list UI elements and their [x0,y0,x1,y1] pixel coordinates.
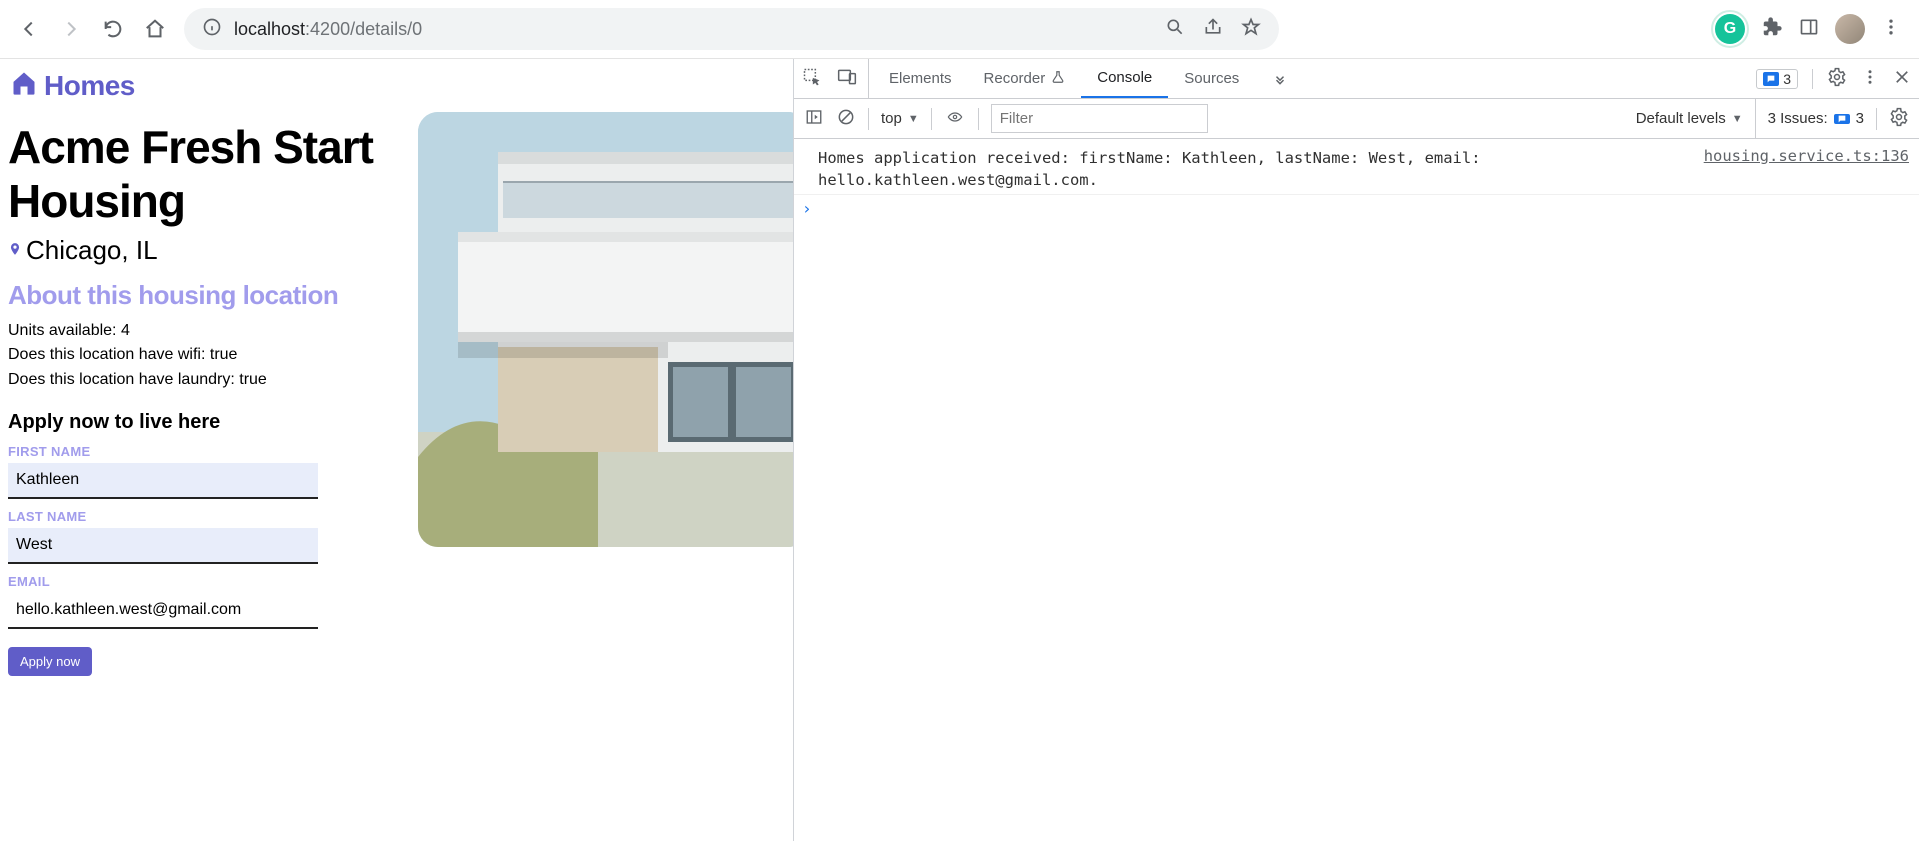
forward-icon[interactable] [60,18,82,40]
tab-overflow[interactable] [1255,59,1305,98]
wifi-available: Does this location have wifi: true [8,343,388,368]
console-message-text: Homes application received: firstName: K… [818,147,1684,192]
brand-name[interactable]: Homes [44,70,135,102]
reload-icon[interactable] [102,18,124,40]
apply-button[interactable]: Apply now [8,647,92,676]
back-icon[interactable] [18,18,40,40]
console-output: Homes application received: firstName: K… [794,139,1919,841]
profile-avatar[interactable] [1835,14,1865,44]
zoom-icon[interactable] [1165,17,1185,42]
tab-sources[interactable]: Sources [1168,59,1255,98]
inspect-element-icon[interactable] [802,67,822,91]
apply-heading: Apply now to live here [8,411,388,434]
last-name-input[interactable] [8,528,318,564]
listing-details: Acme Fresh Start Housing Chicago, IL Abo… [8,112,388,676]
console-filter-input[interactable] [991,104,1208,133]
extensions-area: G [1715,14,1901,44]
console-settings-icon[interactable] [1889,107,1909,131]
listing-location-text: Chicago, IL [26,235,158,266]
tab-elements[interactable]: Elements [873,59,968,98]
devtools-tabbar: Elements Recorder Console Sources [794,59,1919,99]
brand-logo-icon [10,69,38,102]
flask-icon [1051,70,1065,88]
console-sidebar-toggle-icon[interactable] [804,108,824,130]
listing-photo [418,112,794,547]
app-header: Homes [0,59,793,106]
app-pane: Homes Acme Fresh Start Housing Chicago, … [0,59,794,841]
listing-title: Acme Fresh Start Housing [8,120,388,229]
site-info-icon[interactable] [202,17,222,42]
browser-toolbar: localhost:4200/details/0 G [0,0,1919,58]
email-label: EMAIL [8,574,388,589]
devtools-close-icon[interactable] [1893,68,1911,90]
execution-context-select[interactable]: top▼ [881,110,919,127]
units-available: Units available: 4 [8,319,388,344]
about-heading: About this housing location [8,280,388,311]
map-pin-icon [8,235,22,266]
message-icon [1763,72,1779,86]
issues-button[interactable]: 3 Issues: 3 [1755,99,1864,138]
share-icon[interactable] [1203,17,1223,42]
url-text: localhost:4200/details/0 [234,19,422,40]
last-name-label: LAST NAME [8,509,388,524]
log-levels-select[interactable]: Default levels▼ [1636,110,1743,127]
devtools-settings-icon[interactable] [1827,67,1847,91]
console-prompt[interactable]: › [794,195,1919,218]
clear-console-icon[interactable] [836,107,856,131]
extensions-icon[interactable] [1761,16,1783,43]
console-source-link[interactable]: housing.service.ts:136 [1684,147,1909,192]
devtools-menu-icon[interactable] [1861,68,1879,90]
bookmark-star-icon[interactable] [1241,17,1261,42]
tab-console[interactable]: Console [1081,59,1168,98]
address-bar[interactable]: localhost:4200/details/0 [184,8,1279,50]
home-icon[interactable] [144,18,166,40]
console-message-badge[interactable]: 3 [1756,69,1798,89]
first-name-input[interactable] [8,463,318,499]
console-toolbar: top▼ Default levels▼ 3 Issues: 3 [794,99,1919,139]
device-toolbar-icon[interactable] [836,67,858,91]
live-expression-icon[interactable] [944,109,966,129]
grammarly-extension-icon[interactable]: G [1715,14,1745,44]
nav-buttons [18,18,166,40]
side-panel-icon[interactable] [1799,17,1819,42]
listing-location: Chicago, IL [8,235,388,266]
email-input[interactable] [8,593,318,629]
first-name-label: FIRST NAME [8,444,388,459]
laundry-available: Does this location have laundry: true [8,368,388,393]
console-log-entry[interactable]: Homes application received: firstName: K… [794,145,1919,195]
tab-recorder[interactable]: Recorder [968,59,1082,98]
devtools-pane: Elements Recorder Console Sources [794,59,1919,841]
chrome-menu-icon[interactable] [1881,17,1901,42]
